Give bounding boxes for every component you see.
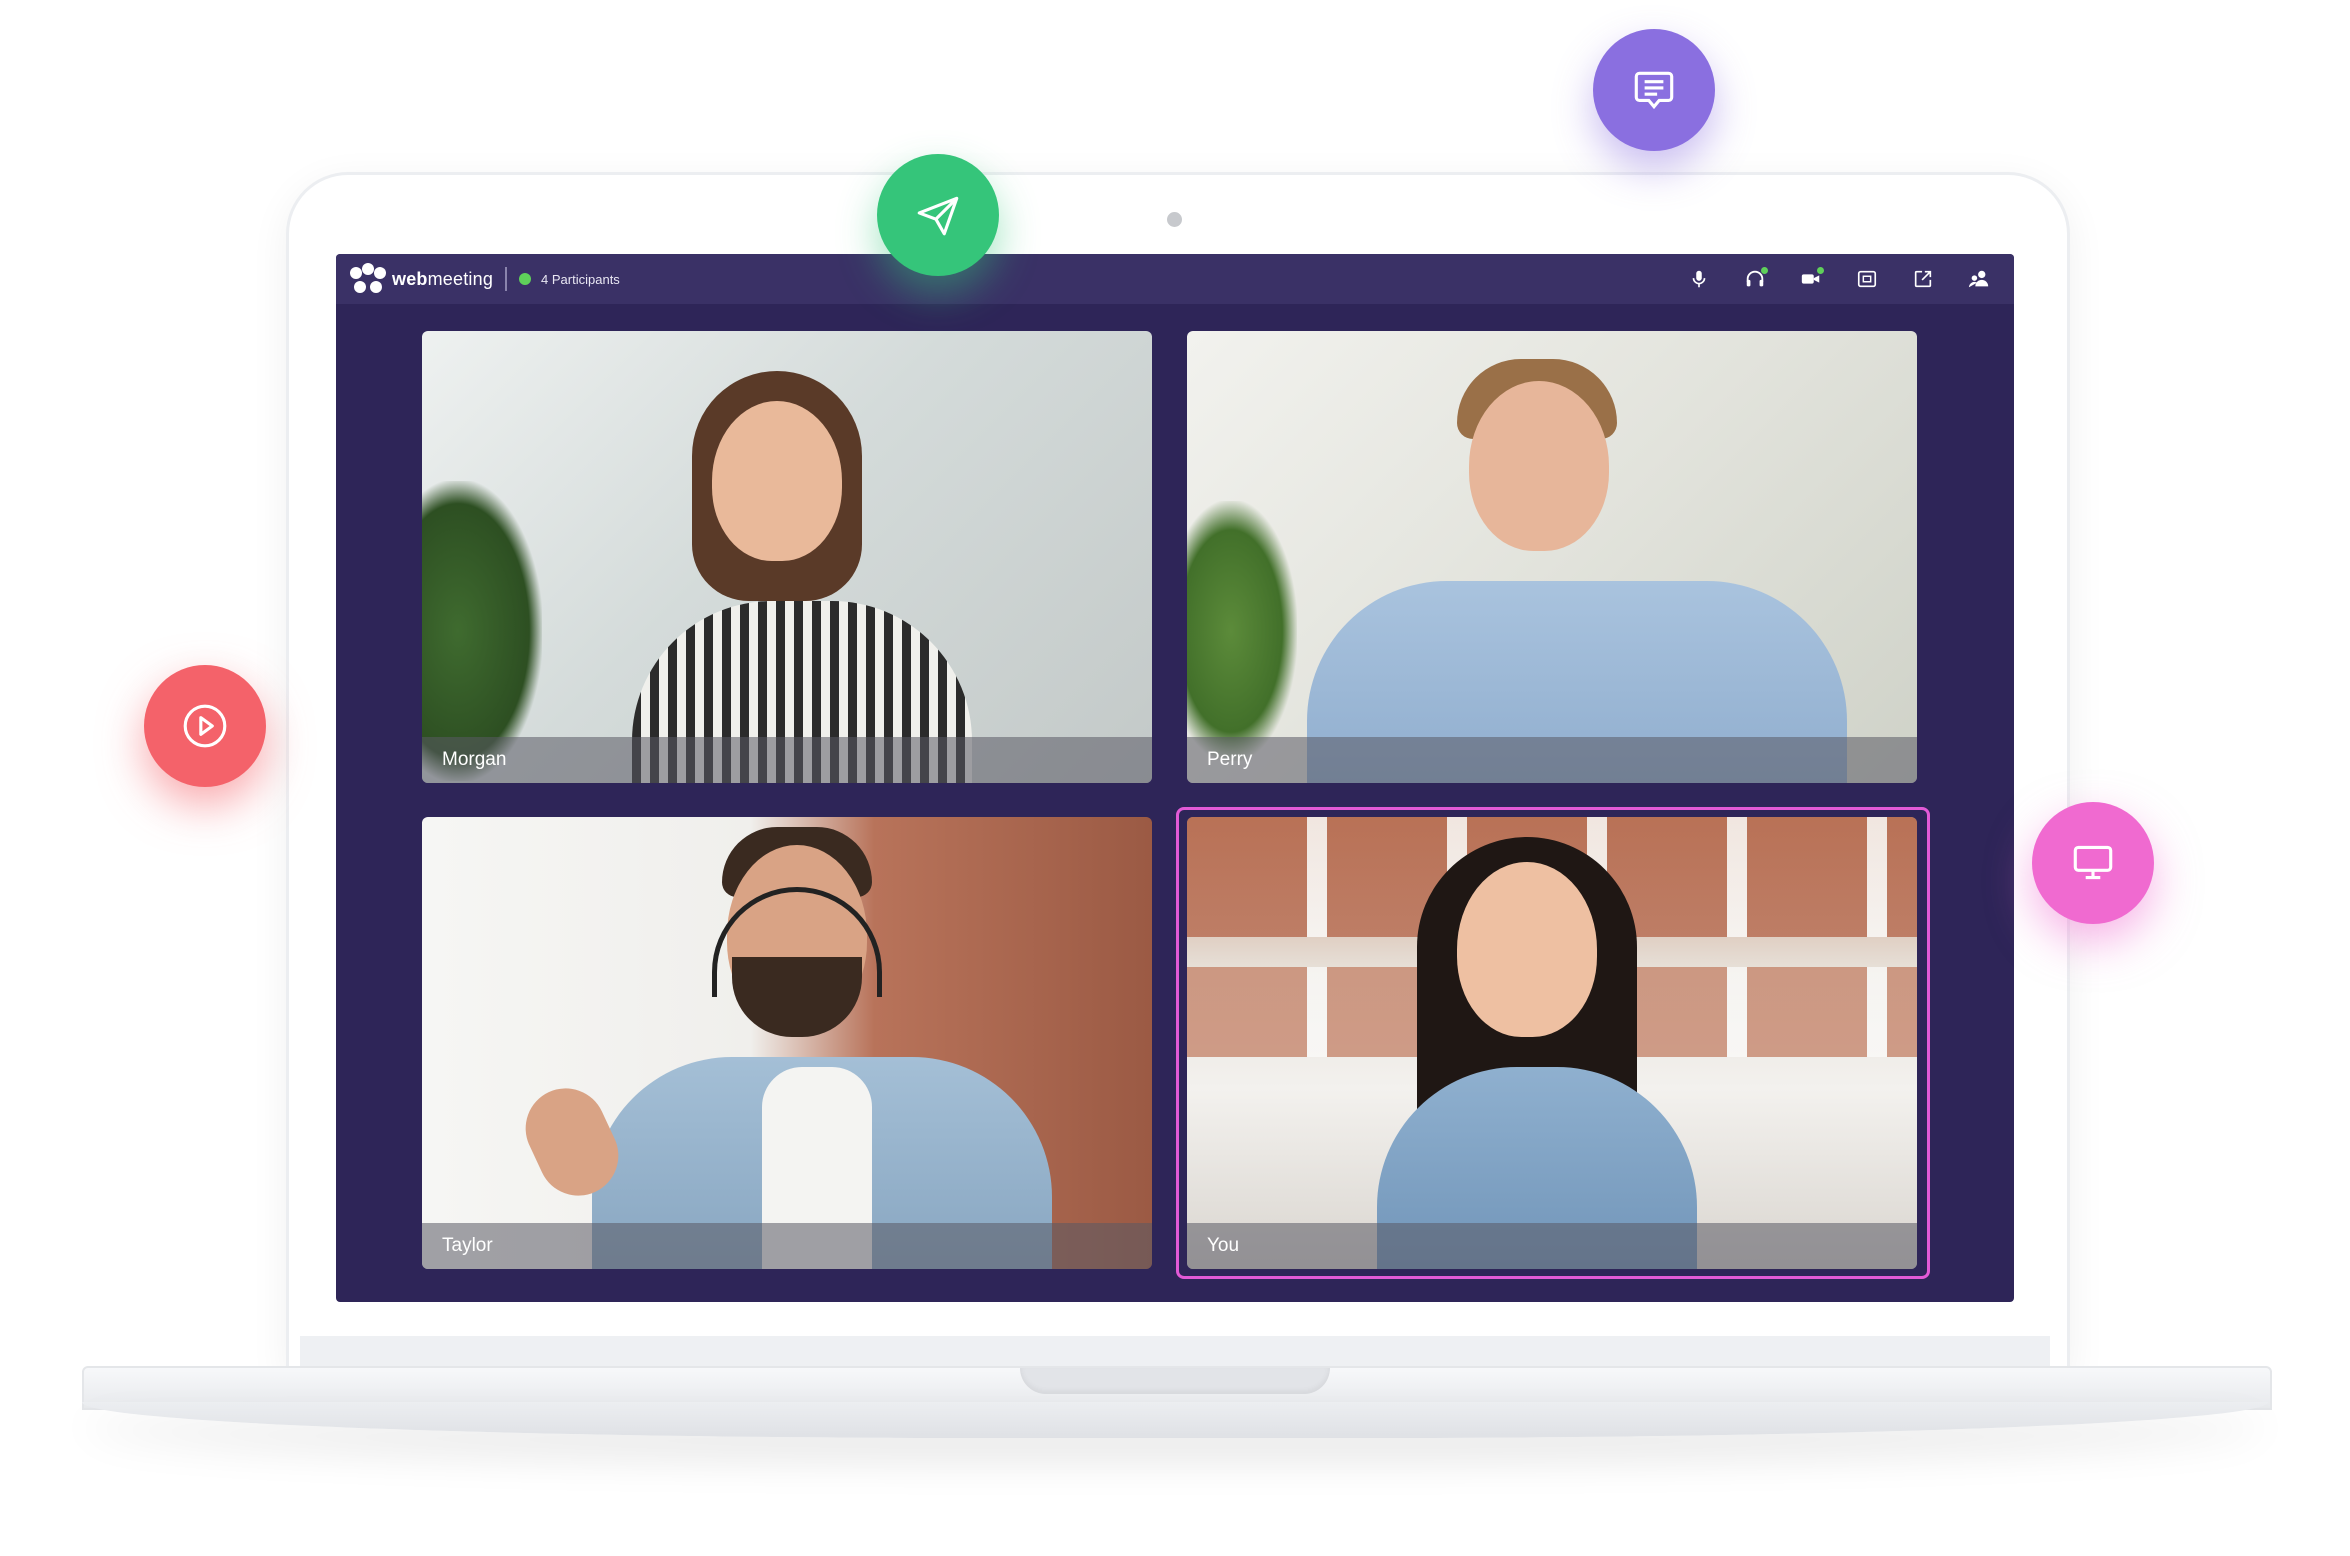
chat-icon [1634,71,1674,110]
webcam-dot [1167,212,1182,227]
participants-icon [1968,270,1989,288]
name-bar [422,1223,1152,1269]
popout-icon [1914,270,1932,288]
laptop-chin [300,1336,2050,1368]
send-button[interactable] [877,154,999,276]
brand-name: webmeeting [392,268,494,289]
send-icon [917,196,959,236]
screen-button[interactable] [2032,802,2154,924]
status-indicator [519,273,532,285]
monitor-icon [2073,845,2113,880]
popout-button[interactable] [1910,266,1936,292]
microphone-icon [1692,270,1706,288]
screen-share-button[interactable] [1854,266,1880,292]
participant-video [422,817,1152,1269]
toolbar [1686,266,1992,292]
laptop-notch [1020,1368,1330,1394]
active-indicator [1817,267,1824,274]
screen-share-icon [1857,270,1877,288]
chat-button[interactable] [1593,29,1715,151]
headset-button[interactable] [1742,266,1768,292]
microphone-button[interactable] [1686,266,1712,292]
participants-button[interactable] [1966,266,1992,292]
participant-video [1187,331,1917,783]
participant-name: Morgan [442,749,507,770]
camera-button[interactable] [1798,266,1824,292]
play-icon [183,704,227,748]
name-bar [422,737,1152,783]
participant-video [422,331,1152,783]
name-bar [1187,737,1917,783]
active-speaker-highlight [1176,807,1930,1279]
top-bar: webmeeting 4 Participants [336,254,2014,304]
participants-count: 4 Participants [541,271,620,287]
video-tile-taylor[interactable]: Taylor [422,817,1152,1269]
divider [505,267,508,291]
active-indicator [1761,267,1768,274]
brand-logo[interactable]: webmeeting [350,263,493,295]
meeting-app-window: webmeeting 4 Participants Morgan Perry T… [336,254,2014,1302]
video-tile-morgan[interactable]: Morgan [422,331,1152,783]
participant-name: Perry [1207,749,1253,770]
logo-icon [350,263,386,295]
play-button[interactable] [144,665,266,787]
video-tile-perry[interactable]: Perry [1187,331,1917,783]
laptop-base-bottom [82,1402,2268,1438]
participant-name: Taylor [442,1235,493,1256]
